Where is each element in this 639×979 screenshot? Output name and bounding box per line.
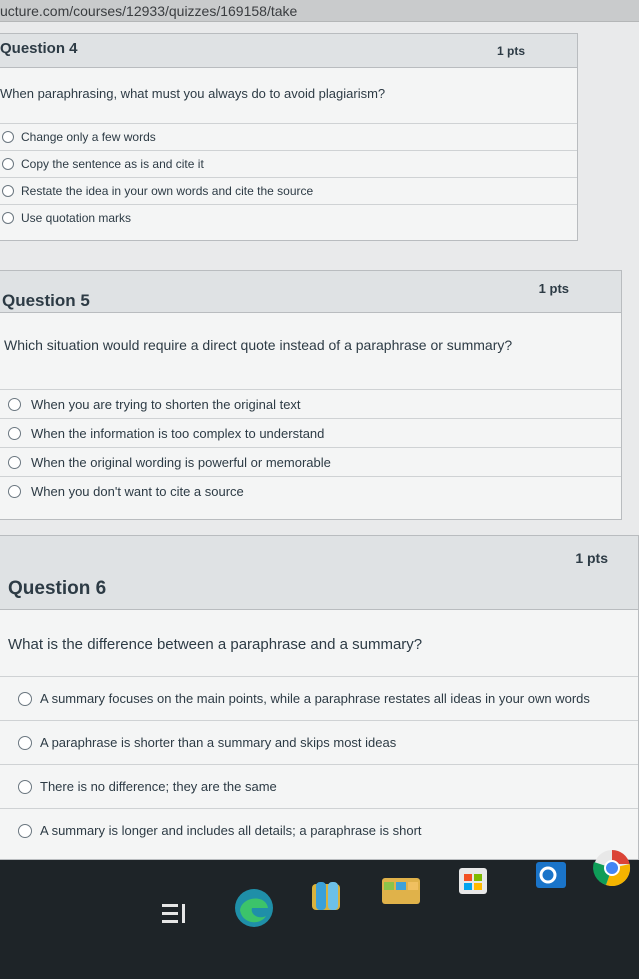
question-header: Question 4 1 pts [0, 34, 577, 68]
chrome-icon[interactable] [592, 848, 632, 888]
answer-label: When the original wording is powerful or… [31, 454, 331, 470]
question-5: Question 5 1 pts Which situation would r… [0, 270, 622, 520]
answer-option[interactable]: Copy the sentence as is and cite it [0, 150, 577, 177]
question-header: Question 6 1 pts [0, 536, 638, 610]
answer-label: When you are trying to shorten the origi… [31, 396, 301, 412]
outlook-icon[interactable] [534, 860, 568, 890]
microsoft-store-icon[interactable] [455, 860, 491, 896]
file-explorer-icon[interactable] [306, 878, 346, 918]
answer-option[interactable]: When you don't want to cite a source [0, 476, 621, 505]
answer-option[interactable]: Use quotation marks [0, 204, 577, 231]
answer-option[interactable]: A paraphrase is shorter than a summary a… [0, 720, 638, 764]
address-bar[interactable]: ucture.com/courses/12933/quizzes/169158/… [0, 0, 639, 22]
radio-button[interactable] [8, 397, 21, 411]
answer-label: A summary focuses on the main points, wh… [40, 691, 590, 706]
edge-icon[interactable] [232, 886, 276, 930]
radio-button[interactable] [2, 131, 14, 143]
radio-button[interactable] [18, 823, 32, 838]
radio-button[interactable] [18, 735, 32, 750]
answer-option[interactable]: When you are trying to shorten the origi… [0, 389, 621, 418]
store-icon[interactable] [380, 868, 422, 908]
answer-option[interactable]: A summary focuses on the main points, wh… [0, 676, 638, 720]
question-6: Question 6 1 pts What is the difference … [0, 535, 639, 860]
answer-label: Restate the idea in your own words and c… [21, 184, 314, 198]
question-text: What is the difference between a paraphr… [8, 636, 423, 653]
radio-button[interactable] [18, 779, 32, 794]
question-4: Question 4 1 pts When paraphrasing, what… [0, 33, 578, 241]
question-points: 1 pts [575, 550, 608, 566]
radio-button[interactable] [2, 158, 14, 170]
question-header: Question 5 1 pts [0, 271, 621, 313]
answer-option[interactable]: When the information is too complex to u… [0, 418, 621, 447]
answer-option[interactable]: There is no difference; they are the sam… [0, 764, 638, 808]
answer-label: A paraphrase is shorter than a summary a… [40, 735, 397, 750]
radio-button[interactable] [8, 426, 21, 440]
answer-option[interactable]: When the original wording is powerful or… [0, 447, 621, 476]
answer-option[interactable]: Restate the idea in your own words and c… [0, 177, 577, 204]
radio-button[interactable] [2, 212, 14, 224]
url-text: ucture.com/courses/12933/quizzes/169158/… [0, 3, 298, 19]
answer-label: Copy the sentence as is and cite it [21, 157, 204, 171]
answer-label: There is no difference; they are the sam… [40, 779, 277, 794]
answer-option[interactable]: A summary is longer and includes all det… [0, 808, 638, 852]
radio-button[interactable] [18, 691, 32, 706]
question-text: Which situation would require a direct q… [4, 337, 513, 353]
radio-button[interactable] [2, 185, 14, 197]
answer-option[interactable]: Change only a few words [0, 123, 577, 150]
taskbar [0, 849, 639, 979]
answer-label: Change only a few words [21, 130, 156, 144]
task-view-icon[interactable] [160, 900, 190, 930]
answer-label: When the information is too complex to u… [31, 425, 325, 441]
radio-button[interactable] [8, 455, 21, 469]
question-title: Question 4 [0, 40, 78, 57]
answer-label: A summary is longer and includes all det… [40, 823, 422, 838]
question-title: Question 6 [8, 578, 107, 599]
question-points: 1 pts [538, 281, 569, 296]
answer-label: Use quotation marks [21, 211, 132, 225]
question-points: 1 pts [496, 44, 525, 58]
quiz-page: Question 4 1 pts When paraphrasing, what… [0, 22, 639, 860]
question-text: When paraphrasing, what must you always … [0, 86, 386, 101]
radio-button[interactable] [8, 484, 21, 498]
question-title: Question 5 [2, 291, 90, 310]
answer-label: When you don't want to cite a source [31, 483, 244, 499]
